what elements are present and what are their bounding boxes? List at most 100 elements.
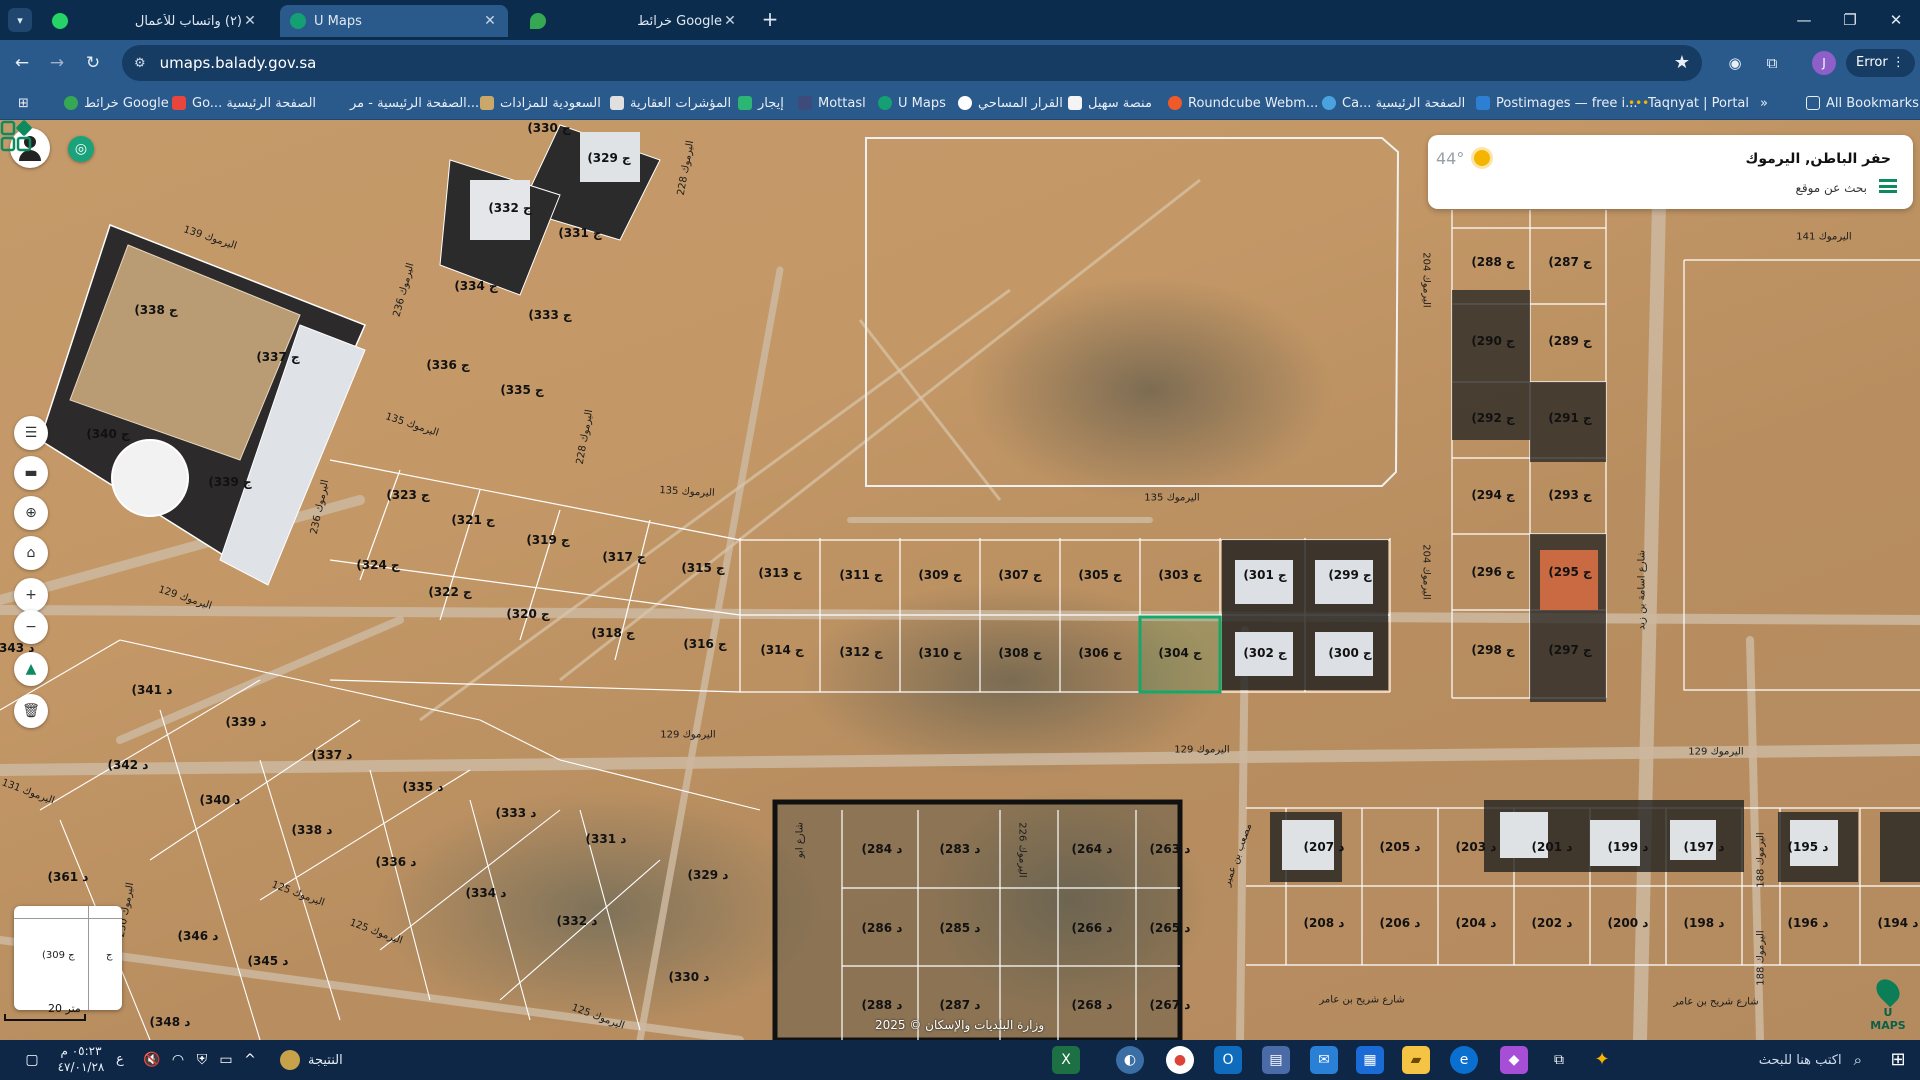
- error-menu-button[interactable]: Error ⋮: [1846, 49, 1915, 77]
- plot-label[interactable]: (ج 337: [256, 350, 299, 364]
- plot-label[interactable]: (د 336: [376, 855, 417, 869]
- globe-icon[interactable]: ◎: [68, 136, 94, 162]
- plot-label[interactable]: (د 346: [178, 929, 219, 943]
- plot-label[interactable]: (ج 315: [681, 561, 724, 575]
- extension-icon[interactable]: ◉: [1723, 51, 1747, 75]
- outlook-icon[interactable]: O: [1214, 1046, 1242, 1074]
- plot-label[interactable]: (ج 318: [591, 626, 634, 640]
- network-icon[interactable]: ◠: [164, 1046, 192, 1074]
- plot-label[interactable]: (ج 319: [526, 533, 569, 547]
- bookmark-item[interactable]: U Maps: [878, 93, 946, 113]
- security-shield-icon[interactable]: ⛨: [188, 1046, 216, 1074]
- plot-label[interactable]: (د 285: [940, 921, 981, 935]
- plot-label[interactable]: (د 286: [862, 921, 903, 935]
- more-bookmarks-icon[interactable]: »: [1760, 93, 1768, 113]
- plot-label[interactable]: (ج 316: [683, 637, 726, 651]
- plot-label[interactable]: (ج 314: [760, 643, 803, 657]
- plot-label[interactable]: (د 268: [1072, 998, 1113, 1012]
- tab-whatsapp[interactable]: (٢) واتساب للأعمال ✕: [42, 5, 268, 37]
- notifications-icon[interactable]: ▢: [18, 1046, 46, 1074]
- bookmark-item[interactable]: السعودية للمزادات: [480, 93, 601, 113]
- plot-label[interactable]: (ج 340: [86, 427, 129, 441]
- plot-label[interactable]: (ج 300: [1328, 646, 1371, 660]
- profile-avatar[interactable]: J: [1812, 51, 1836, 75]
- clock[interactable]: ٠٥:٢٣ م ٤٧/٠١/٢٨: [52, 1043, 110, 1075]
- plot-label[interactable]: (ج 302: [1243, 646, 1286, 660]
- plot-label[interactable]: (ج 299: [1328, 568, 1371, 582]
- plot-label[interactable]: (ج 298: [1471, 643, 1514, 657]
- volume-muted-icon[interactable]: 🔇: [138, 1046, 166, 1074]
- address-bar[interactable]: ⚙ umaps.balady.gov.sa ★: [122, 45, 1702, 81]
- all-bookmarks-button[interactable]: All Bookmarks: [1806, 93, 1919, 113]
- mail-icon[interactable]: ✉: [1310, 1046, 1338, 1074]
- bookmark-item[interactable]: ••• Taqnyat | Portal: [1628, 93, 1749, 113]
- plot-label[interactable]: (ج 294: [1471, 488, 1514, 502]
- start-button[interactable]: ⊞: [1884, 1046, 1912, 1074]
- plot-label[interactable]: (ج 334: [454, 279, 497, 293]
- plot-label[interactable]: (ج 310: [918, 646, 961, 660]
- plot-label[interactable]: (د 287: [940, 998, 981, 1012]
- bookmark-item[interactable]: المؤشرات العقارية: [610, 93, 731, 113]
- plot-label[interactable]: (د 348: [150, 1015, 191, 1029]
- plot-label[interactable]: (د 196: [1788, 916, 1829, 930]
- plot-label[interactable]: (د 206: [1380, 916, 1421, 930]
- home-icon[interactable]: ⌂: [14, 536, 48, 570]
- copilot-icon[interactable]: ◆: [1500, 1046, 1528, 1074]
- input-language[interactable]: ع: [116, 1052, 124, 1067]
- plot-label[interactable]: (ج 288: [1471, 255, 1514, 269]
- menu-icon[interactable]: [1879, 179, 1897, 193]
- plot-label[interactable]: (ج 301: [1243, 568, 1286, 582]
- plot-label[interactable]: (ج 304: [1158, 646, 1201, 660]
- battery-icon[interactable]: ▭: [212, 1046, 240, 1074]
- plot-label[interactable]: (د 201: [1532, 840, 1573, 854]
- search-location-link[interactable]: بحث عن موقع: [1795, 181, 1867, 195]
- overview-minimap[interactable]: (ج 309 ج: [14, 906, 122, 1010]
- apps-grid-icon[interactable]: [0, 120, 32, 152]
- plot-label[interactable]: (ج 312: [839, 645, 882, 659]
- zoom-in-button[interactable]: +: [14, 578, 48, 612]
- tab-google-maps[interactable]: خرائط Google ✕: [520, 5, 748, 37]
- plot-label[interactable]: (ج 309: [918, 568, 961, 582]
- bookmark-star-icon[interactable]: ★: [1674, 52, 1690, 73]
- plot-label[interactable]: (د 203: [1456, 840, 1497, 854]
- plot-label[interactable]: (ج 332: [488, 201, 531, 215]
- plot-label[interactable]: (د 205: [1380, 840, 1421, 854]
- plot-label[interactable]: (ج 336: [426, 358, 469, 372]
- trash-icon[interactable]: 🗑: [14, 694, 48, 728]
- plot-label[interactable]: (د 340: [200, 793, 241, 807]
- plot-label[interactable]: (ج 292: [1471, 411, 1514, 425]
- layers-list-icon[interactable]: ☰: [14, 416, 48, 450]
- back-button[interactable]: ←: [9, 50, 35, 76]
- plot-label[interactable]: (ج 303: [1158, 568, 1201, 582]
- bookmark-item[interactable]: خرائط Google: [64, 93, 169, 113]
- store-icon[interactable]: ▦: [1356, 1046, 1384, 1074]
- bookmark-item[interactable]: منصة سهيل: [1068, 93, 1152, 113]
- edge-icon[interactable]: e: [1450, 1046, 1478, 1074]
- plot-label[interactable]: (ج 330: [527, 121, 570, 135]
- plot-label[interactable]: (د 265: [1150, 921, 1191, 935]
- plot-label[interactable]: (د 204: [1456, 916, 1497, 930]
- plot-label[interactable]: (د 288: [862, 998, 903, 1012]
- plot-label[interactable]: (د 338: [292, 823, 333, 837]
- tab-umaps[interactable]: U Maps ✕: [280, 5, 508, 37]
- plot-label[interactable]: (ج 295: [1548, 565, 1591, 579]
- plot-label[interactable]: (د 266: [1072, 921, 1113, 935]
- plot-label[interactable]: (د 335: [403, 780, 444, 794]
- plot-label[interactable]: (د 197: [1684, 840, 1725, 854]
- extensions-puzzle-icon[interactable]: ⧉: [1760, 51, 1784, 75]
- plot-label[interactable]: (ج 289: [1548, 334, 1591, 348]
- apps-icon[interactable]: ⊞: [18, 93, 29, 113]
- plot-label[interactable]: (د 333: [496, 806, 537, 820]
- map-viewport[interactable]: (ج 330 (ج 329 (ج 332 (ج 331 (ج 334 (ج 333 (ج 3…: [0, 120, 1920, 1040]
- plot-label[interactable]: (ج 335: [500, 383, 543, 397]
- bookmark-item[interactable]: إيجار: [738, 93, 784, 113]
- plot-label[interactable]: (د 263: [1150, 842, 1191, 856]
- chrome-profile-icon[interactable]: ◐: [1116, 1046, 1144, 1074]
- plot-label[interactable]: (ج 308: [998, 646, 1041, 660]
- file-explorer-icon[interactable]: ▰: [1402, 1046, 1430, 1074]
- show-hidden-icons-chevron[interactable]: ^: [236, 1046, 264, 1074]
- close-tab-icon[interactable]: ✕: [482, 13, 498, 29]
- reload-button[interactable]: ↻: [80, 50, 106, 76]
- plot-label[interactable]: (ج 324: [356, 558, 399, 572]
- plot-label[interactable]: (ج 333: [528, 308, 571, 322]
